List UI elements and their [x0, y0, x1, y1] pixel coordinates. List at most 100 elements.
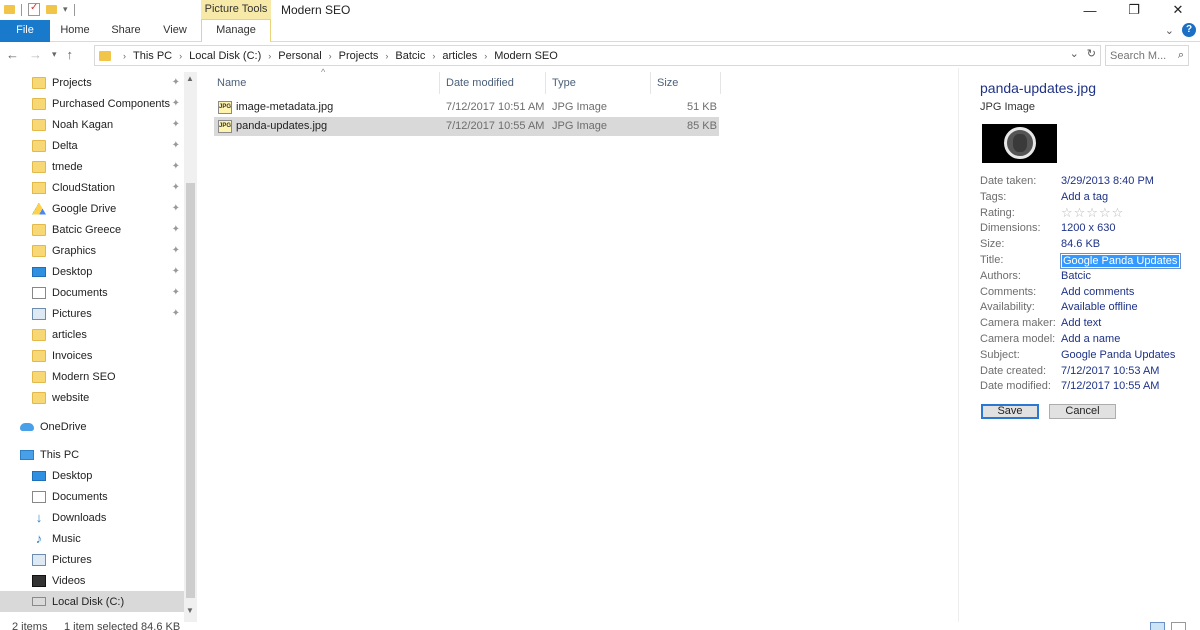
expand-ribbon-icon[interactable]: ⌄ — [1165, 24, 1174, 37]
property-value[interactable]: 1200 x 630 — [1061, 222, 1115, 234]
nav-item-this-pc-child[interactable]: ♪ Music — [0, 528, 184, 549]
tab-file[interactable]: File — [0, 20, 50, 42]
property-value[interactable]: 3/29/2013 8:40 PM — [1061, 175, 1154, 187]
pin-icon[interactable]: ✦ — [172, 245, 180, 256]
nav-item-quick-access[interactable]: Google Drive ✦ — [0, 198, 184, 219]
nav-item-this-pc[interactable]: This PC — [0, 444, 184, 465]
column-header-name[interactable]: Name — [217, 74, 246, 94]
help-icon[interactable]: ? — [1182, 23, 1196, 37]
breadcrumb-item[interactable]: Batcic — [392, 50, 428, 62]
nav-item-quick-access[interactable]: Noah Kagan ✦ — [0, 114, 184, 135]
tab-manage[interactable]: Manage — [201, 20, 271, 42]
breadcrumb-separator-icon[interactable]: › — [119, 51, 130, 61]
nav-item-quick-access[interactable]: Projects ✦ — [0, 72, 184, 93]
column-divider[interactable] — [545, 72, 546, 94]
nav-item-quick-access[interactable]: Desktop ✦ — [0, 261, 184, 282]
close-button[interactable]: ✕ — [1156, 0, 1200, 20]
breadcrumb-separator-icon[interactable]: › — [325, 51, 336, 61]
large-icons-view-icon[interactable] — [1171, 622, 1186, 630]
breadcrumb-separator-icon[interactable]: › — [480, 51, 491, 61]
pin-icon[interactable]: ✦ — [172, 266, 180, 277]
address-box[interactable]: › This PC › Local Disk (C:) › Personal › Projec… — [94, 45, 1101, 66]
breadcrumb-item[interactable]: Personal — [275, 50, 324, 62]
scroll-down-icon[interactable]: ▼ — [186, 606, 194, 615]
breadcrumb-separator-icon[interactable]: › — [428, 51, 439, 61]
breadcrumb-separator-icon[interactable]: › — [264, 51, 275, 61]
nav-item-this-pc-child[interactable]: Pictures — [0, 549, 184, 570]
up-arrow-icon[interactable]: ↑ — [67, 47, 74, 62]
pin-icon[interactable]: ✦ — [172, 77, 180, 88]
pin-icon[interactable]: ✦ — [172, 308, 180, 319]
back-arrow-icon[interactable]: ← — [6, 47, 19, 62]
nav-item-this-pc-child[interactable]: Desktop — [0, 465, 184, 486]
title-field[interactable] — [1060, 253, 1181, 269]
column-header-size[interactable]: Size — [657, 74, 678, 94]
column-header-date[interactable]: Date modified — [446, 74, 514, 94]
nav-item-onedrive[interactable]: OneDrive — [0, 416, 184, 437]
property-value[interactable]: Add a tag — [1061, 191, 1108, 203]
title-input[interactable] — [1062, 255, 1179, 267]
nav-item-this-pc-child[interactable]: Documents — [0, 486, 184, 507]
column-divider[interactable] — [720, 72, 721, 94]
pin-icon[interactable]: ✦ — [172, 140, 180, 151]
tab-home[interactable]: Home — [52, 20, 98, 42]
search-box[interactable]: ⌕ — [1105, 45, 1189, 66]
property-value[interactable]: Add comments — [1061, 286, 1134, 298]
file-row[interactable]: JPG panda-updates.jpg 7/12/2017 10:55 AM JP… — [214, 117, 719, 136]
customize-toolbar-icon[interactable]: ▾ — [63, 4, 68, 15]
property-value[interactable]: 7/12/2017 10:53 AM — [1061, 365, 1159, 377]
breadcrumb-item[interactable]: Local Disk (C:) — [186, 50, 264, 62]
nav-item-this-pc-child[interactable]: Videos — [0, 570, 184, 591]
nav-item-quick-access[interactable]: website — [0, 387, 184, 408]
pin-icon[interactable]: ✦ — [172, 224, 180, 235]
breadcrumb-separator-icon[interactable]: › — [381, 51, 392, 61]
details-view-icon[interactable] — [1150, 622, 1165, 630]
property-value[interactable]: 84.6 KB — [1061, 238, 1100, 250]
nav-item-this-pc-child[interactable]: Local Disk (C:) — [0, 591, 184, 612]
nav-item-quick-access[interactable]: Graphics ✦ — [0, 240, 184, 261]
breadcrumb-item[interactable]: articles — [439, 50, 480, 62]
search-icon[interactable]: ⌕ — [1178, 49, 1184, 62]
breadcrumb-item[interactable]: This PC — [130, 50, 175, 62]
history-dropdown-icon[interactable]: ⌄ — [1070, 47, 1079, 60]
property-value[interactable]: Google Panda Updates — [1061, 349, 1175, 361]
properties-icon[interactable] — [28, 2, 40, 16]
recent-locations-icon[interactable]: ▾ — [52, 49, 57, 60]
breadcrumb-item[interactable]: Modern SEO — [491, 50, 561, 62]
minimize-button[interactable]: — — [1068, 0, 1112, 20]
nav-item-this-pc-child[interactable]: ↓ Downloads — [0, 507, 184, 528]
nav-item-quick-access[interactable]: Pictures ✦ — [0, 303, 184, 324]
pin-icon[interactable]: ✦ — [172, 203, 180, 214]
nav-item-quick-access[interactable]: Invoices — [0, 345, 184, 366]
nav-item-quick-access[interactable]: Delta ✦ — [0, 135, 184, 156]
pin-icon[interactable]: ✦ — [172, 98, 180, 109]
new-folder-icon[interactable] — [46, 5, 57, 14]
nav-item-quick-access[interactable]: Batcic Greece ✦ — [0, 219, 184, 240]
nav-item-quick-access[interactable]: CloudStation ✦ — [0, 177, 184, 198]
rating-stars[interactable]: ☆☆☆☆☆ — [1061, 205, 1124, 221]
restore-button[interactable]: ❐ — [1112, 0, 1156, 20]
nav-item-quick-access[interactable]: articles — [0, 324, 184, 345]
tab-view[interactable]: View — [154, 20, 196, 42]
file-row[interactable]: JPG image-metadata.jpg 7/12/2017 10:51 AM J… — [214, 98, 719, 117]
nav-scrollbar-thumb[interactable] — [186, 183, 195, 598]
property-value[interactable]: Available offline — [1061, 301, 1138, 313]
cancel-button[interactable]: Cancel — [1049, 404, 1116, 419]
breadcrumb-item[interactable]: Projects — [336, 50, 382, 62]
breadcrumb-separator-icon[interactable]: › — [175, 51, 186, 61]
folder-icon[interactable] — [4, 5, 15, 14]
nav-item-quick-access[interactable]: Purchased Components ✦ — [0, 93, 184, 114]
tab-share[interactable]: Share — [104, 20, 148, 42]
property-value[interactable]: 7/12/2017 10:55 AM — [1061, 380, 1159, 392]
pin-icon[interactable]: ✦ — [172, 161, 180, 172]
scroll-up-icon[interactable]: ▲ — [186, 74, 194, 83]
nav-item-quick-access[interactable]: Modern SEO — [0, 366, 184, 387]
forward-arrow-icon[interactable]: → — [29, 47, 42, 62]
pin-icon[interactable]: ✦ — [172, 119, 180, 130]
search-input[interactable] — [1110, 49, 1166, 62]
nav-item-quick-access[interactable]: Documents ✦ — [0, 282, 184, 303]
pin-icon[interactable]: ✦ — [172, 182, 180, 193]
property-value[interactable]: Add text — [1061, 317, 1101, 329]
property-value[interactable]: Batcic — [1061, 270, 1091, 282]
nav-item-quick-access[interactable]: tmede ✦ — [0, 156, 184, 177]
